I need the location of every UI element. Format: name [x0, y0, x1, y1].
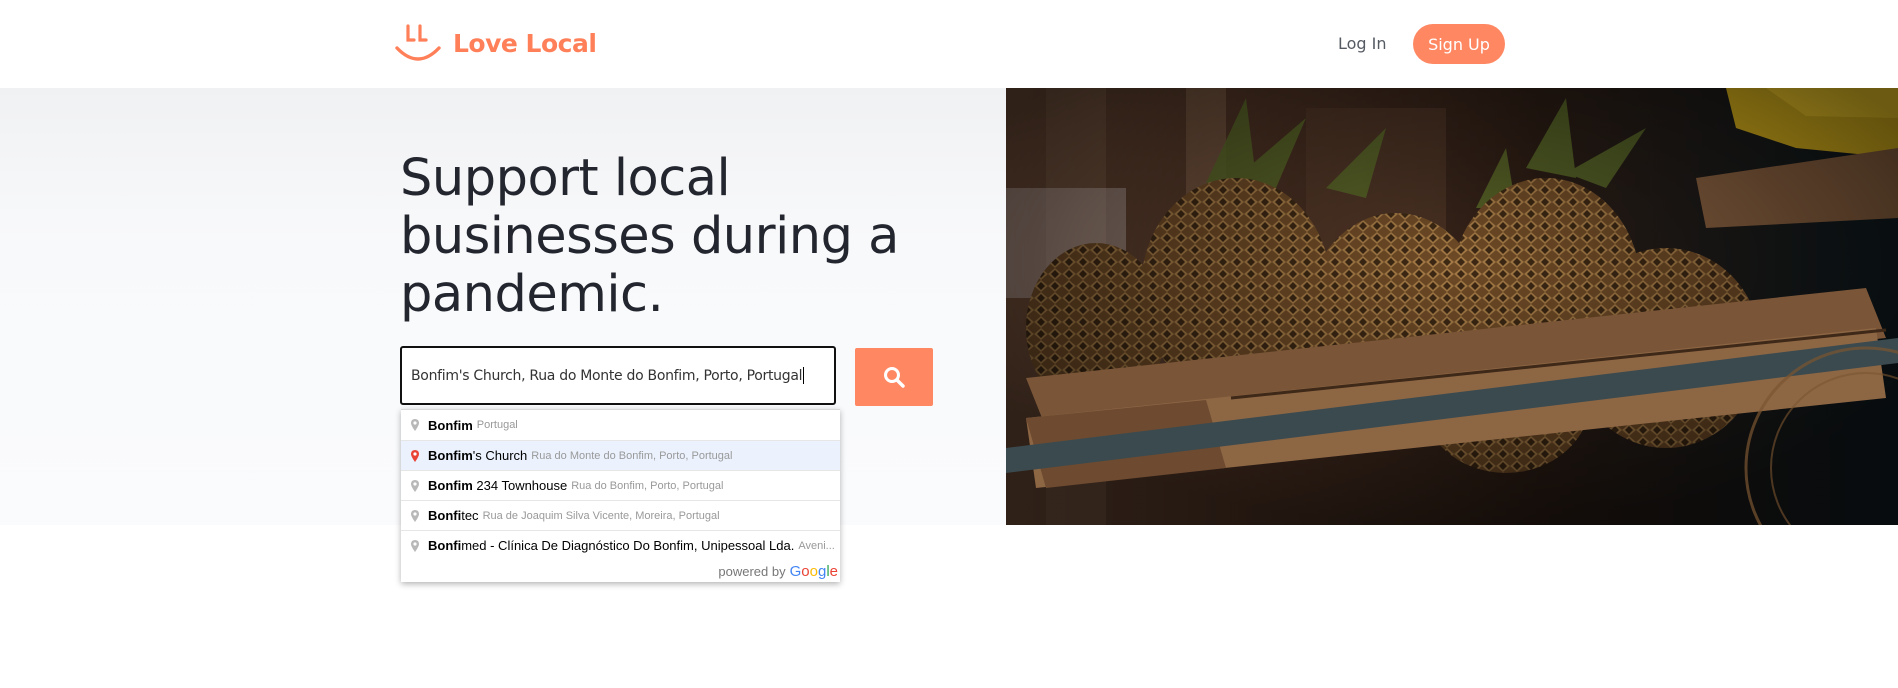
autocomplete-item[interactable]: Bonfimed - Clínica De Diagnóstico Do Bon…	[401, 530, 840, 560]
search-input-value: Bonfim's Church, Rua do Monte do Bonfim,…	[411, 367, 803, 384]
powered-by-label: powered by	[718, 563, 786, 579]
google-logo: Google	[789, 562, 838, 580]
search-icon	[884, 367, 905, 388]
site-header: Love Local Log In Sign Up	[0, 0, 1898, 88]
signup-button[interactable]: Sign Up	[1413, 24, 1505, 64]
autocomplete-item-selected[interactable]: Bonfim's Church Rua do Monte do Bonfim, …	[401, 440, 840, 470]
location-search-input[interactable]: Bonfim's Church, Rua do Monte do Bonfim,…	[400, 346, 836, 405]
autocomplete-item[interactable]: Bonfim Portugal	[401, 410, 840, 440]
map-pin-icon	[411, 419, 419, 431]
smile-logo-icon	[395, 24, 441, 61]
hero-image-pineapples	[1006, 88, 1898, 525]
autocomplete-item[interactable]: Bonfitec Rua de Joaquim Silva Vicente, M…	[401, 500, 840, 530]
powered-by-google: powered by Google	[401, 560, 840, 582]
autocomplete-item-secondary: Rua do Bonfim, Porto, Portugal	[571, 479, 724, 492]
autocomplete-item-secondary: Portugal	[476, 419, 518, 431]
autocomplete-item-secondary: Rua do Monte do Bonfim, Porto, Portugal	[531, 449, 733, 462]
pineapple-photo	[1006, 88, 1898, 525]
autocomplete-item-secondary: Aveni...	[798, 539, 835, 552]
map-pin-icon	[411, 449, 419, 462]
search-button[interactable]	[855, 348, 933, 406]
autocomplete-item[interactable]: Bonfim 234 Townhouse Rua do Bonfim, Port…	[401, 470, 840, 500]
autocomplete-item-main: Bonfitec	[428, 508, 479, 523]
autocomplete-item-main: Bonfim 234 Townhouse	[428, 478, 568, 493]
autocomplete-item-main: Bonfim's Church	[428, 448, 528, 463]
autocomplete-item-main: Bonfimed - Clínica De Diagnóstico Do Bon…	[428, 538, 795, 553]
autocomplete-dropdown: Bonfim Portugal Bonfim's Church Rua do M…	[401, 409, 840, 582]
login-link[interactable]: Log In	[1338, 34, 1387, 53]
map-pin-icon	[411, 539, 419, 552]
brand-name: Love Local	[453, 28, 597, 58]
autocomplete-item-main: Bonfim	[428, 417, 473, 433]
map-pin-icon	[411, 479, 419, 492]
map-pin-icon	[411, 509, 419, 522]
brand-logo[interactable]: Love Local	[393, 22, 597, 64]
autocomplete-item-secondary: Rua de Joaquim Silva Vicente, Moreira, P…	[482, 509, 720, 522]
text-caret	[803, 367, 805, 384]
hero-headline: Support local businesses during a pandem…	[400, 149, 899, 324]
